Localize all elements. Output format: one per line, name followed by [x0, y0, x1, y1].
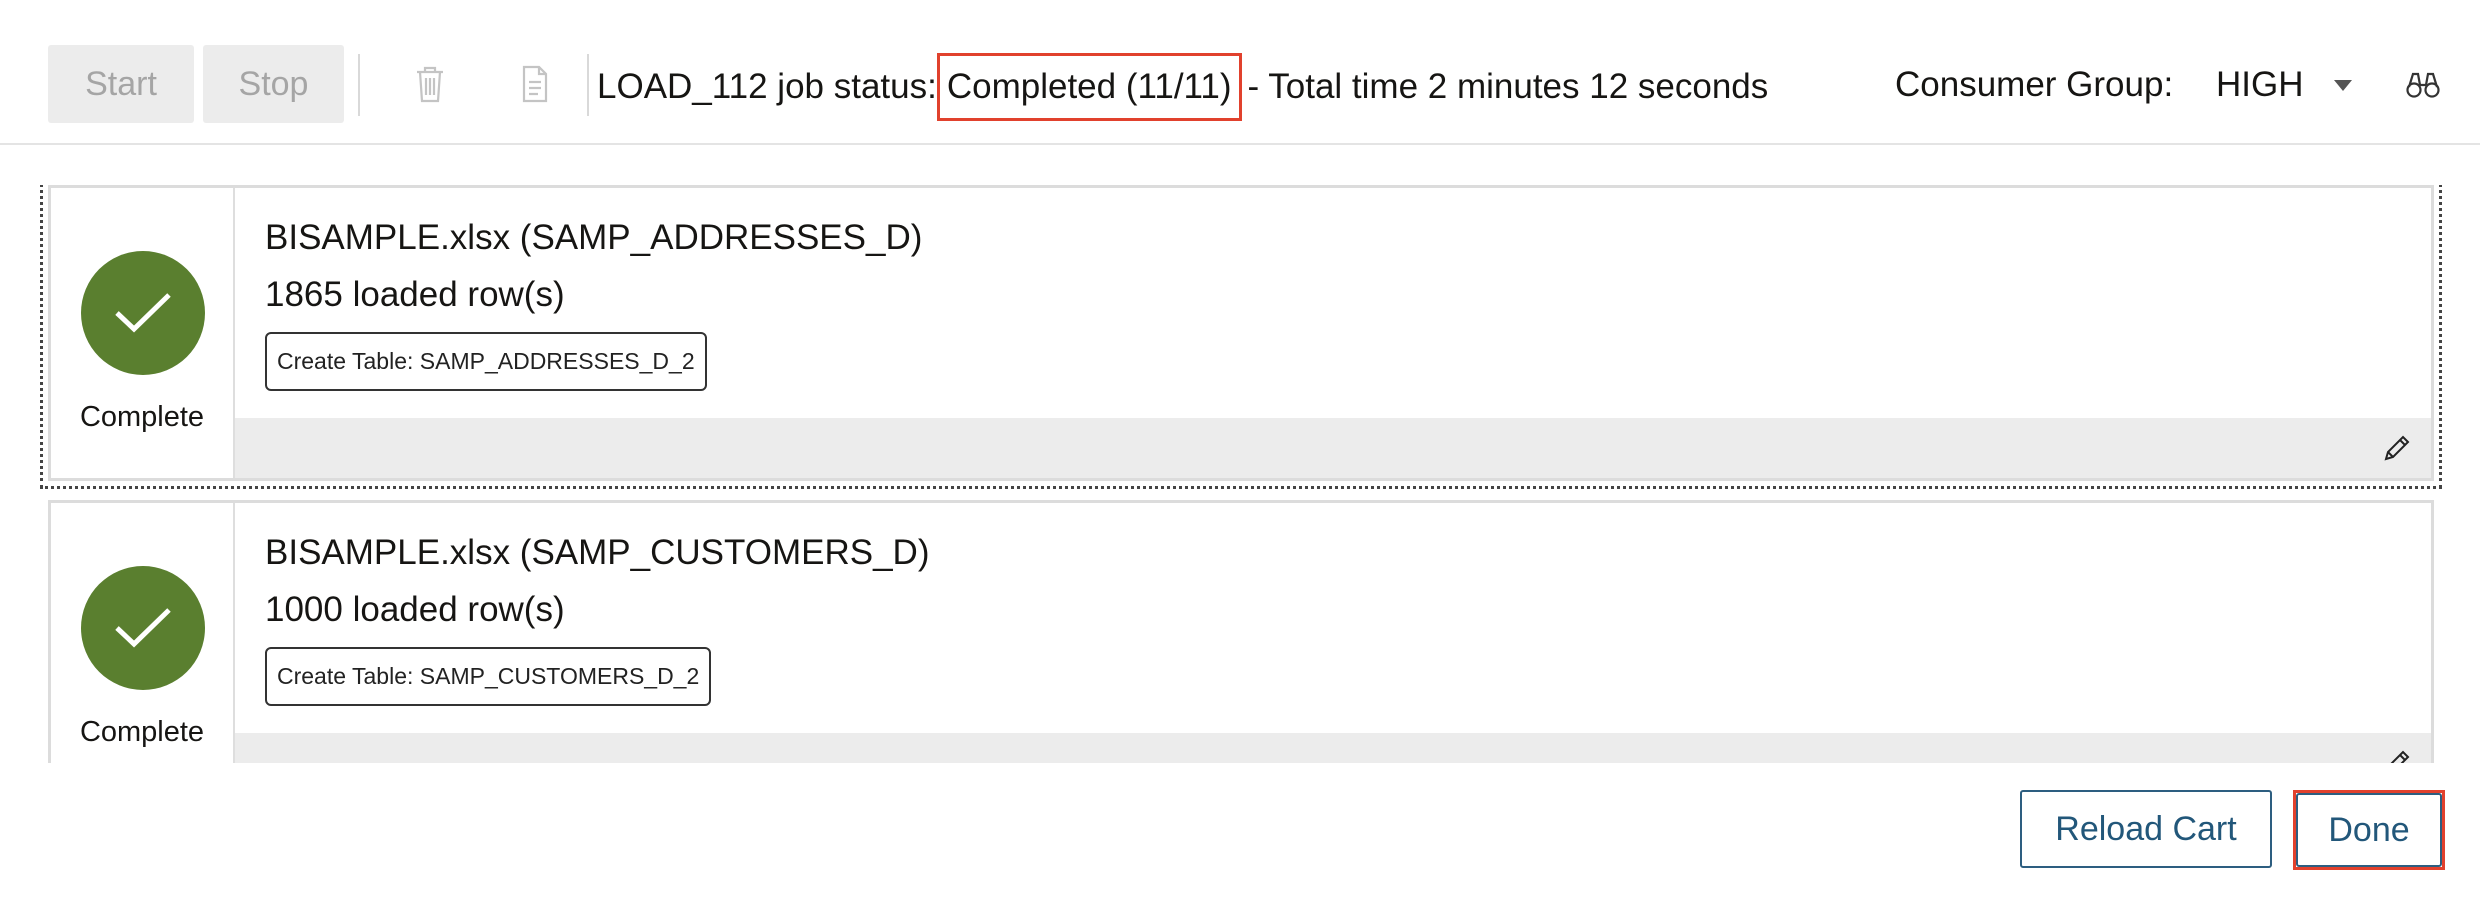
- pencil-icon[interactable]: [2381, 432, 2413, 464]
- consumer-group-select[interactable]: HIGH: [2216, 60, 2352, 110]
- document-icon[interactable]: [518, 64, 552, 104]
- chevron-down-icon: [2333, 79, 2352, 91]
- binoculars-icon[interactable]: [2405, 70, 2441, 100]
- job-status-text: Complete: [79, 716, 205, 748]
- job-title: BISAMPLE.xlsx (SAMP_CUSTOMERS_D): [265, 533, 930, 572]
- job-status-value: Completed (11/11): [936, 53, 1242, 121]
- job-row-count: 1000 loaded row(s): [265, 590, 565, 629]
- job-action-tag: Create Table: SAMP_ADDRESSES_D_2: [265, 332, 707, 391]
- job-card-footer: [235, 733, 2431, 763]
- pencil-icon[interactable]: [2381, 747, 2413, 763]
- reload-cart-button[interactable]: Reload Cart: [2020, 790, 2272, 868]
- stop-button[interactable]: Stop: [203, 45, 344, 123]
- toolbar-divider: [358, 54, 360, 116]
- job-status-text: Complete: [79, 401, 205, 433]
- job-status-panel: Complete: [51, 188, 235, 478]
- job-list: Complete BISAMPLE.xlsx (SAMP_ADDRESSES_D…: [40, 185, 2445, 763]
- job-status-panel: Complete: [51, 503, 235, 763]
- job-status-total-time: - Total time 2 minutes 12 seconds: [1247, 67, 1769, 106]
- job-details: BISAMPLE.xlsx (SAMP_ADDRESSES_D) 1865 lo…: [235, 188, 2431, 478]
- job-status-prefix: LOAD_112 job status:: [597, 67, 937, 106]
- job-toolbar: Start Stop LOAD_112 job status: Complete…: [0, 0, 2480, 145]
- check-circle-icon: [81, 251, 205, 375]
- job-card-footer: [235, 418, 2431, 478]
- check-circle-icon: [81, 566, 205, 690]
- job-card[interactable]: Complete BISAMPLE.xlsx (SAMP_ADDRESSES_D…: [40, 185, 2442, 489]
- job-title: BISAMPLE.xlsx (SAMP_ADDRESSES_D): [265, 218, 923, 257]
- job-details: BISAMPLE.xlsx (SAMP_CUSTOMERS_D) 1000 lo…: [235, 503, 2431, 763]
- consumer-group-label: Consumer Group:: [1895, 65, 2174, 104]
- job-card[interactable]: Complete BISAMPLE.xlsx (SAMP_CUSTOMERS_D…: [48, 500, 2434, 763]
- toolbar-divider: [587, 54, 589, 116]
- job-status-line: LOAD_112 job status: Completed (11/11) -…: [597, 45, 1768, 129]
- job-action-tag: Create Table: SAMP_CUSTOMERS_D_2: [265, 647, 712, 706]
- consumer-group-value: HIGH: [2216, 65, 2304, 104]
- trash-icon[interactable]: [413, 64, 447, 104]
- done-button-highlight: [2293, 790, 2445, 870]
- start-button[interactable]: Start: [48, 45, 194, 123]
- job-row-count: 1865 loaded row(s): [265, 275, 565, 314]
